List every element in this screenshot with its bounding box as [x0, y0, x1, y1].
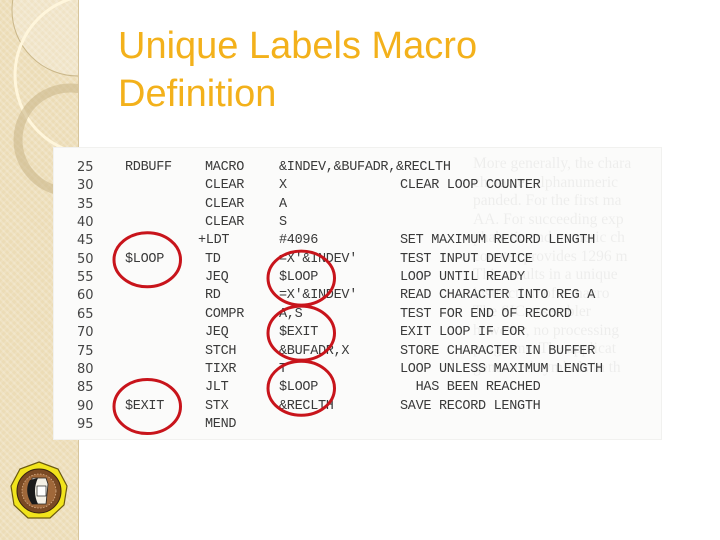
seal-emblem	[36, 485, 47, 497]
code-operand: #4096	[279, 233, 319, 249]
university-seal-logo	[8, 460, 70, 527]
code-comment: HAS BEEN REACHED	[400, 380, 541, 396]
code-comment: TEST FOR END OF RECORD	[400, 306, 572, 322]
code-line-number: 40	[77, 215, 94, 231]
code-comment: TEST INPUT DEVICE	[400, 251, 533, 267]
code-comment: READ CHARACTER INTO REG A	[400, 288, 596, 304]
code-line-number: 65	[77, 306, 94, 322]
code-line-number: 35	[77, 196, 94, 212]
code-comment: SET MAXIMUM RECORD LENGTH	[400, 233, 596, 249]
code-opcode: TD	[205, 251, 221, 267]
code-opcode: JEQ	[205, 270, 229, 286]
code-opcode: MEND	[205, 416, 237, 432]
slide-title: Unique Labels Macro Definition	[118, 22, 678, 118]
code-operand: &BUFADR,X	[279, 343, 350, 359]
slide-title-line-2: Definition	[118, 73, 277, 115]
code-line-number: 60	[77, 288, 94, 304]
code-line-number: 75	[77, 343, 94, 359]
code-opcode: STCH	[205, 343, 237, 359]
code-line-number: 50	[77, 251, 94, 267]
code-operand: =X'&INDEV'	[279, 288, 358, 304]
bleed-through-line: More generally, the chara	[473, 155, 632, 172]
code-operand: X	[279, 178, 287, 194]
code-opcode: +LDT	[198, 233, 230, 249]
code-opcode: CLEAR	[205, 196, 245, 212]
code-opcode: RD	[205, 288, 221, 304]
scanned-code-listing: More generally, the chara character alpha…	[53, 147, 662, 440]
code-comment: LOOP UNTIL READY	[400, 270, 525, 286]
code-comment: STORE CHARACTER IN BUFFER	[400, 343, 596, 359]
code-operand: &RECLTH	[279, 398, 334, 414]
code-line-number: 85	[77, 380, 94, 396]
code-operand: A	[279, 196, 287, 212]
code-comment: EXIT LOOP IF EOR	[400, 325, 525, 341]
code-operand: &INDEV,&BUFADR,&RECLTH	[279, 160, 451, 175]
code-comment: CLEAR LOOP COUNTER	[400, 178, 541, 194]
code-label: $EXIT	[125, 398, 165, 414]
code-operand: $EXIT	[279, 325, 319, 341]
code-line-number: 80	[77, 361, 94, 377]
code-operand: T	[279, 361, 287, 377]
code-opcode: CLEAR	[205, 215, 245, 231]
code-label: RDBUFF	[125, 160, 172, 175]
code-operand: S	[279, 215, 287, 231]
code-line-number: 45	[77, 233, 94, 249]
code-line-number: 90	[77, 398, 94, 414]
code-opcode: JLT	[205, 380, 229, 396]
code-opcode: COMPR	[205, 306, 245, 322]
code-opcode: TIXR	[205, 361, 237, 377]
code-line-number: 55	[77, 270, 94, 286]
code-opcode: STX	[205, 398, 229, 414]
code-line-number: 95	[77, 416, 94, 432]
slide-title-line-1: Unique Labels Macro	[118, 25, 478, 67]
code-opcode: CLEAR	[205, 178, 245, 194]
code-operand: $LOOP	[279, 380, 319, 396]
code-label: $LOOP	[125, 251, 165, 267]
code-comment: SAVE RECORD LENGTH	[400, 398, 541, 414]
code-opcode: MACRO	[205, 160, 245, 175]
code-comment: LOOP UNLESS MAXIMUM LENGTH	[400, 361, 603, 377]
code-operand: =X'&INDEV'	[279, 251, 358, 267]
code-line-number: 25	[77, 160, 94, 175]
code-operand: $LOOP	[279, 270, 319, 286]
code-opcode: JEQ	[205, 325, 229, 341]
bleed-through-line: AA. For succeeding exp	[473, 210, 624, 228]
code-line-number: 70	[77, 325, 94, 341]
code-line-number: 30	[77, 178, 94, 194]
code-operand: A,S	[279, 306, 303, 322]
